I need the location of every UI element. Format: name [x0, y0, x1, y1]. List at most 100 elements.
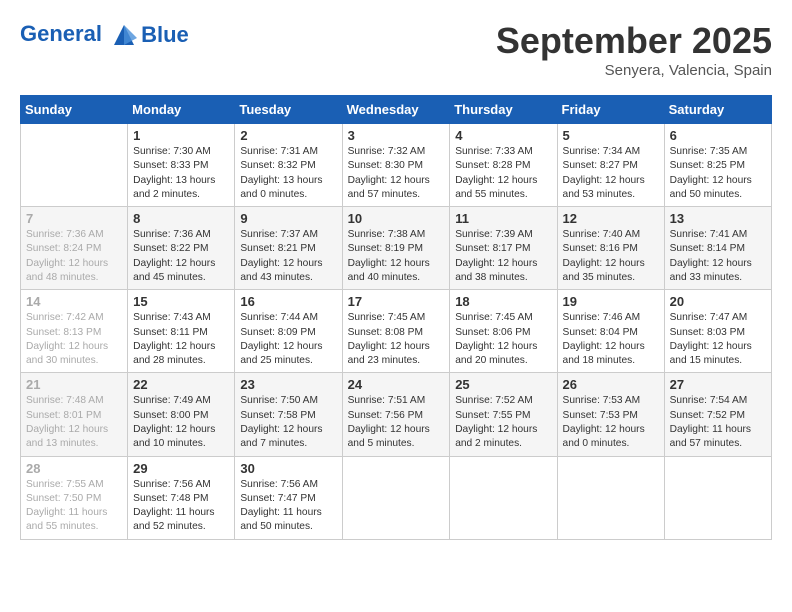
cell-info: Sunrise: 7:47 AM Sunset: 8:03 PM Dayligh… [670, 311, 766, 368]
sunrise-text: Sunrise: 7:40 AM [563, 228, 659, 242]
sunrise-text: Sunrise: 7:56 AM [133, 478, 229, 492]
sunset-text: Sunset: 8:11 PM [133, 326, 229, 340]
calendar-cell: 10 Sunrise: 7:38 AM Sunset: 8:19 PM Dayl… [342, 207, 450, 290]
sunset-text: Sunset: 8:25 PM [670, 159, 766, 173]
cell-info: Sunrise: 7:55 AM Sunset: 7:50 PM Dayligh… [26, 478, 122, 535]
calendar-cell: 22 Sunrise: 7:49 AM Sunset: 8:00 PM Dayl… [128, 373, 235, 456]
sunrise-text: Sunrise: 7:30 AM [133, 145, 229, 159]
day-number: 19 [563, 294, 659, 309]
cell-info: Sunrise: 7:54 AM Sunset: 7:52 PM Dayligh… [670, 394, 766, 451]
weekday-header: Wednesday [342, 96, 450, 124]
day-number: 3 [348, 128, 445, 143]
calendar-cell: 30 Sunrise: 7:56 AM Sunset: 7:47 PM Dayl… [235, 456, 342, 539]
day-number: 17 [348, 294, 445, 309]
day-number: 8 [133, 211, 229, 226]
sunrise-text: Sunrise: 7:34 AM [563, 145, 659, 159]
sunrise-text: Sunrise: 7:49 AM [133, 394, 229, 408]
sunset-text: Sunset: 8:09 PM [240, 326, 336, 340]
calendar-cell [557, 456, 664, 539]
sunrise-text: Sunrise: 7:35 AM [670, 145, 766, 159]
weekday-header: Saturday [664, 96, 771, 124]
calendar-week-row: 1 Sunrise: 7:30 AM Sunset: 8:33 PM Dayli… [21, 124, 772, 207]
sunrise-text: Sunrise: 7:37 AM [240, 228, 336, 242]
sunrise-text: Sunrise: 7:43 AM [133, 311, 229, 325]
daylight-text: Daylight: 12 hours and 40 minutes. [348, 257, 445, 286]
daylight-text: Daylight: 12 hours and 15 minutes. [670, 340, 766, 369]
cell-info: Sunrise: 7:31 AM Sunset: 8:32 PM Dayligh… [240, 145, 336, 202]
weekday-header-row: SundayMondayTuesdayWednesdayThursdayFrid… [21, 96, 772, 124]
day-number: 4 [455, 128, 551, 143]
day-number: 9 [240, 211, 336, 226]
sunrise-text: Sunrise: 7:52 AM [455, 394, 551, 408]
cell-info: Sunrise: 7:45 AM Sunset: 8:06 PM Dayligh… [455, 311, 551, 368]
sunset-text: Sunset: 8:14 PM [670, 242, 766, 256]
weekday-header: Monday [128, 96, 235, 124]
sunrise-text: Sunrise: 7:36 AM [26, 228, 122, 242]
calendar-cell [450, 456, 557, 539]
sunset-text: Sunset: 8:13 PM [26, 326, 122, 340]
daylight-text: Daylight: 12 hours and 20 minutes. [455, 340, 551, 369]
day-number: 16 [240, 294, 336, 309]
day-number: 21 [26, 377, 122, 392]
sunset-text: Sunset: 8:01 PM [26, 409, 122, 423]
calendar-cell: 1 Sunrise: 7:30 AM Sunset: 8:33 PM Dayli… [128, 124, 235, 207]
cell-info: Sunrise: 7:34 AM Sunset: 8:27 PM Dayligh… [563, 145, 659, 202]
cell-info: Sunrise: 7:49 AM Sunset: 8:00 PM Dayligh… [133, 394, 229, 451]
daylight-text: Daylight: 12 hours and 5 minutes. [348, 423, 445, 452]
day-number: 5 [563, 128, 659, 143]
daylight-text: Daylight: 12 hours and 28 minutes. [133, 340, 229, 369]
calendar-cell: 14 Sunrise: 7:42 AM Sunset: 8:13 PM Dayl… [21, 290, 128, 373]
sunrise-text: Sunrise: 7:48 AM [26, 394, 122, 408]
calendar-cell: 9 Sunrise: 7:37 AM Sunset: 8:21 PM Dayli… [235, 207, 342, 290]
cell-info: Sunrise: 7:52 AM Sunset: 7:55 PM Dayligh… [455, 394, 551, 451]
daylight-text: Daylight: 11 hours and 52 minutes. [133, 506, 229, 535]
day-number: 23 [240, 377, 336, 392]
calendar-cell: 16 Sunrise: 7:44 AM Sunset: 8:09 PM Dayl… [235, 290, 342, 373]
calendar-cell: 5 Sunrise: 7:34 AM Sunset: 8:27 PM Dayli… [557, 124, 664, 207]
cell-info: Sunrise: 7:53 AM Sunset: 7:53 PM Dayligh… [563, 394, 659, 451]
cell-info: Sunrise: 7:44 AM Sunset: 8:09 PM Dayligh… [240, 311, 336, 368]
day-number: 29 [133, 461, 229, 476]
day-number: 25 [455, 377, 551, 392]
calendar-cell: 11 Sunrise: 7:39 AM Sunset: 8:17 PM Dayl… [450, 207, 557, 290]
daylight-text: Daylight: 12 hours and 57 minutes. [348, 174, 445, 203]
daylight-text: Daylight: 13 hours and 0 minutes. [240, 174, 336, 203]
weekday-header: Friday [557, 96, 664, 124]
daylight-text: Daylight: 11 hours and 50 minutes. [240, 506, 336, 535]
calendar-cell: 2 Sunrise: 7:31 AM Sunset: 8:32 PM Dayli… [235, 124, 342, 207]
calendar-cell [664, 456, 771, 539]
daylight-text: Daylight: 12 hours and 33 minutes. [670, 257, 766, 286]
sunrise-text: Sunrise: 7:45 AM [348, 311, 445, 325]
cell-info: Sunrise: 7:56 AM Sunset: 7:48 PM Dayligh… [133, 478, 229, 535]
daylight-text: Daylight: 11 hours and 57 minutes. [670, 423, 766, 452]
daylight-text: Daylight: 12 hours and 2 minutes. [455, 423, 551, 452]
daylight-text: Daylight: 12 hours and 7 minutes. [240, 423, 336, 452]
daylight-text: Daylight: 12 hours and 0 minutes. [563, 423, 659, 452]
day-number: 10 [348, 211, 445, 226]
calendar-cell: 28 Sunrise: 7:55 AM Sunset: 7:50 PM Dayl… [21, 456, 128, 539]
calendar-cell: 13 Sunrise: 7:41 AM Sunset: 8:14 PM Dayl… [664, 207, 771, 290]
day-number: 26 [563, 377, 659, 392]
sunset-text: Sunset: 8:19 PM [348, 242, 445, 256]
calendar-table: SundayMondayTuesdayWednesdayThursdayFrid… [20, 95, 772, 540]
sunrise-text: Sunrise: 7:39 AM [455, 228, 551, 242]
sunrise-text: Sunrise: 7:56 AM [240, 478, 336, 492]
sunset-text: Sunset: 8:08 PM [348, 326, 445, 340]
sunrise-text: Sunrise: 7:38 AM [348, 228, 445, 242]
day-number: 24 [348, 377, 445, 392]
sunrise-text: Sunrise: 7:33 AM [455, 145, 551, 159]
title-block: September 2025 Senyera, Valencia, Spain [496, 20, 772, 79]
calendar-cell: 8 Sunrise: 7:36 AM Sunset: 8:22 PM Dayli… [128, 207, 235, 290]
sunset-text: Sunset: 8:16 PM [563, 242, 659, 256]
daylight-text: Daylight: 12 hours and 35 minutes. [563, 257, 659, 286]
daylight-text: Daylight: 13 hours and 2 minutes. [133, 174, 229, 203]
calendar-cell [342, 456, 450, 539]
sunrise-text: Sunrise: 7:45 AM [455, 311, 551, 325]
sunrise-text: Sunrise: 7:47 AM [670, 311, 766, 325]
cell-info: Sunrise: 7:43 AM Sunset: 8:11 PM Dayligh… [133, 311, 229, 368]
calendar-week-row: 21 Sunrise: 7:48 AM Sunset: 8:01 PM Dayl… [21, 373, 772, 456]
cell-info: Sunrise: 7:46 AM Sunset: 8:04 PM Dayligh… [563, 311, 659, 368]
sunrise-text: Sunrise: 7:51 AM [348, 394, 445, 408]
cell-info: Sunrise: 7:30 AM Sunset: 8:33 PM Dayligh… [133, 145, 229, 202]
sunrise-text: Sunrise: 7:32 AM [348, 145, 445, 159]
